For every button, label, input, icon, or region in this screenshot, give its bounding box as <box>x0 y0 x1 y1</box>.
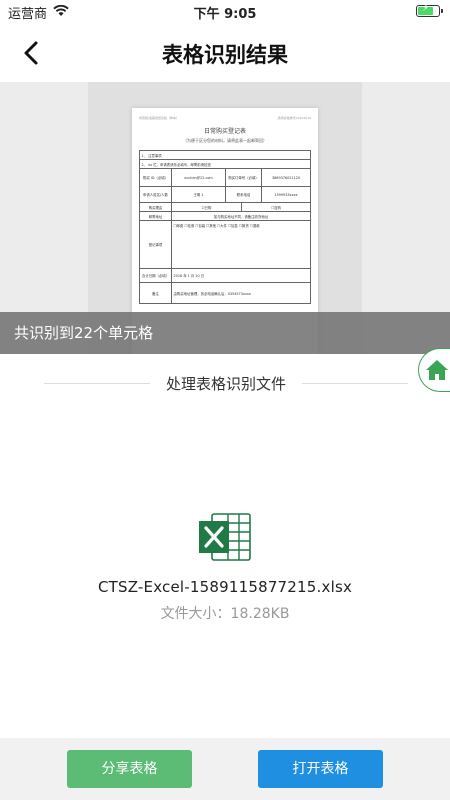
doc-meta-left: 增值税/发票用纸表格（样本） <box>139 116 180 120</box>
doc-row: 1、 注意事项 <box>140 151 310 160</box>
doc-cell: xuchen@22.com <box>172 169 226 186</box>
doc-cell: 购买理由 <box>140 203 172 211</box>
doc-cell: 由购买地址管理，务必电话确认后，0354573xxxx <box>173 291 251 296</box>
status-bar: 运营商 下午 9:05 ⚡ <box>0 0 450 24</box>
section-divider: 处理表格识别文件 <box>44 372 408 394</box>
doc-subtitle: （为便于区分您的材料，请将此表一起邮寄回） <box>183 138 267 143</box>
file-size: 文件大小：18.28KB <box>160 606 290 622</box>
doc-cell: 联系电话 <box>226 187 262 202</box>
doc-cell: 3869376021120 <box>271 175 301 180</box>
doc-row: 备注 由购买地址管理，务必电话确认后，0354573xxxx <box>140 283 310 303</box>
status-time: 下午 9:05 <box>193 7 257 22</box>
doc-cell: 合计日期（必填） <box>140 269 172 282</box>
open-table-button[interactable]: 打开表格 <box>258 750 383 788</box>
doc-cell: 邮寄地址 <box>140 212 172 220</box>
doc-cell: 登记事项 <box>140 221 172 268</box>
doc-cell: 购买 ID（必填） <box>140 169 172 186</box>
doc-title: 日常购买登记表 <box>203 128 246 135</box>
doc-cell: ☑已购 <box>172 203 242 211</box>
doc-cell: 备注 <box>140 283 172 303</box>
excel-file-icon[interactable] <box>198 512 252 562</box>
doc-meta: 增值税/发票用纸表格（样本） 通用表格样式XLSX2019 <box>139 116 311 120</box>
doc-row: 合计日期（必填） 2018 年 1 月 20 日 <box>140 269 310 283</box>
doc-table: 1、 注意事项 2、 xx 栏，申请表请务必填写，邮寄前请检查 购买 ID（必填… <box>139 150 311 304</box>
nav-bar: 表格识别结果 <box>0 24 450 82</box>
cell-count-banner: 共识别到22个单元格 <box>0 312 450 354</box>
page-title: 表格识别结果 <box>162 43 288 67</box>
doc-row: 登记事项 ☐邮费 ☐检测 ☐包装 ☐其他 ☐大件 ☐加急 ☐换货 ☐退款 <box>140 221 310 269</box>
doc-cell: 如与购买地址不同，请备注收货地址 <box>213 214 269 219</box>
doc-cell: 1599933xxxx <box>274 192 298 197</box>
bottom-action-bar: 分享表格 打开表格 <box>0 738 450 800</box>
doc-cell: 2、 xx 栏，申请表请务必填写，邮寄前请检查 <box>141 162 211 167</box>
doc-cell: ☐邮费 ☐检测 ☐包装 ☐其他 ☐大件 ☐加急 ☐换货 ☐退款 <box>173 223 260 228</box>
doc-row: 邮寄地址 如与购买地址不同，请备注收货地址 <box>140 212 310 221</box>
doc-meta-right: 通用表格样式XLSX2019 <box>277 116 311 120</box>
doc-cell: 2018 年 1 月 20 日 <box>173 274 205 278</box>
doc-cell: ☐自购 <box>271 205 281 210</box>
home-icon <box>426 360 448 380</box>
doc-cell: 申请人姓名/人数 <box>140 187 172 202</box>
file-name: CTSZ-Excel-1589115877215.xlsx <box>97 578 353 596</box>
divider-line <box>302 383 408 384</box>
doc-cell: 购买订单号（必填） <box>226 169 262 186</box>
doc-row: 2、 xx 栏，申请表请务必填写，邮寄前请检查 <box>140 160 310 169</box>
battery-charging-icon: ⚡ <box>416 3 443 17</box>
doc-row: 购买 ID（必填） xuchen@22.com 购买订单号（必填） 386937… <box>140 169 310 187</box>
home-button[interactable] <box>418 348 450 392</box>
doc-cell: 1、 注意事项 <box>141 153 162 158</box>
doc-row: 购买理由 ☑已购 ☐自购 <box>140 203 310 212</box>
share-table-button[interactable]: 分享表格 <box>67 750 192 788</box>
doc-row: 申请人姓名/人数 王明 1 联系电话 1599933xxxx <box>140 187 310 203</box>
doc-cell: 王明 1 <box>172 187 226 202</box>
